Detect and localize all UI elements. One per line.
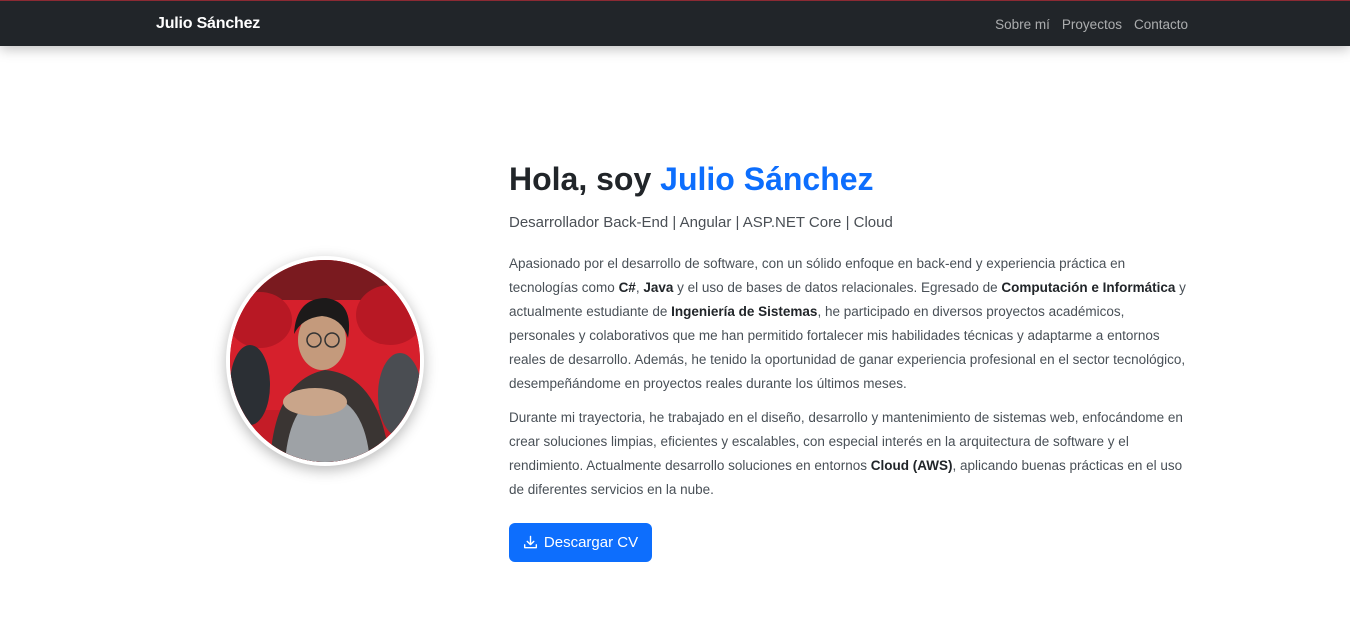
download-cv-label: Descargar CV <box>543 534 639 551</box>
bio-strong: C# <box>618 280 636 295</box>
subtitle: Desarrollador Back-End | Angular | ASP.N… <box>509 214 893 231</box>
profile-photo-image <box>230 260 420 462</box>
bio-strong: Ingeniería de Sistemas <box>671 304 818 319</box>
nav-link-projects[interactable]: Proyectos <box>1062 17 1122 32</box>
download-cv-button[interactable]: Descargar CV <box>509 523 652 562</box>
nav-links: Sobre mí Proyectos Contacto <box>995 17 1188 32</box>
brand-logo[interactable]: Julio Sánchez <box>156 15 260 33</box>
nav-link-about[interactable]: Sobre mí <box>995 17 1050 32</box>
profile-photo <box>226 256 424 466</box>
download-icon <box>523 535 537 549</box>
bio-paragraph-2: Durante mi trayectoria, he trabajado en … <box>509 406 1194 502</box>
hero-content: Hola, soy Julio Sánchez Desarrollador Ba… <box>509 160 1194 502</box>
bio-text: y el uso de bases de datos relacionales.… <box>673 280 1002 295</box>
bio-paragraph-1: Apasionado por el desarrollo de software… <box>509 252 1194 396</box>
bio-strong: Cloud (AWS) <box>870 458 953 473</box>
bio-strong: Java <box>643 280 674 295</box>
page-title: Hola, soy Julio Sánchez <box>509 160 1194 198</box>
navbar: Julio Sánchez Sobre mí Proyectos Contact… <box>0 0 1350 46</box>
bio-strong: Computación e Informática <box>1001 280 1176 295</box>
name-highlight: Julio Sánchez <box>660 161 874 197</box>
greeting-text: Hola, soy <box>509 161 661 197</box>
nav-link-contact[interactable]: Contacto <box>1134 17 1188 32</box>
